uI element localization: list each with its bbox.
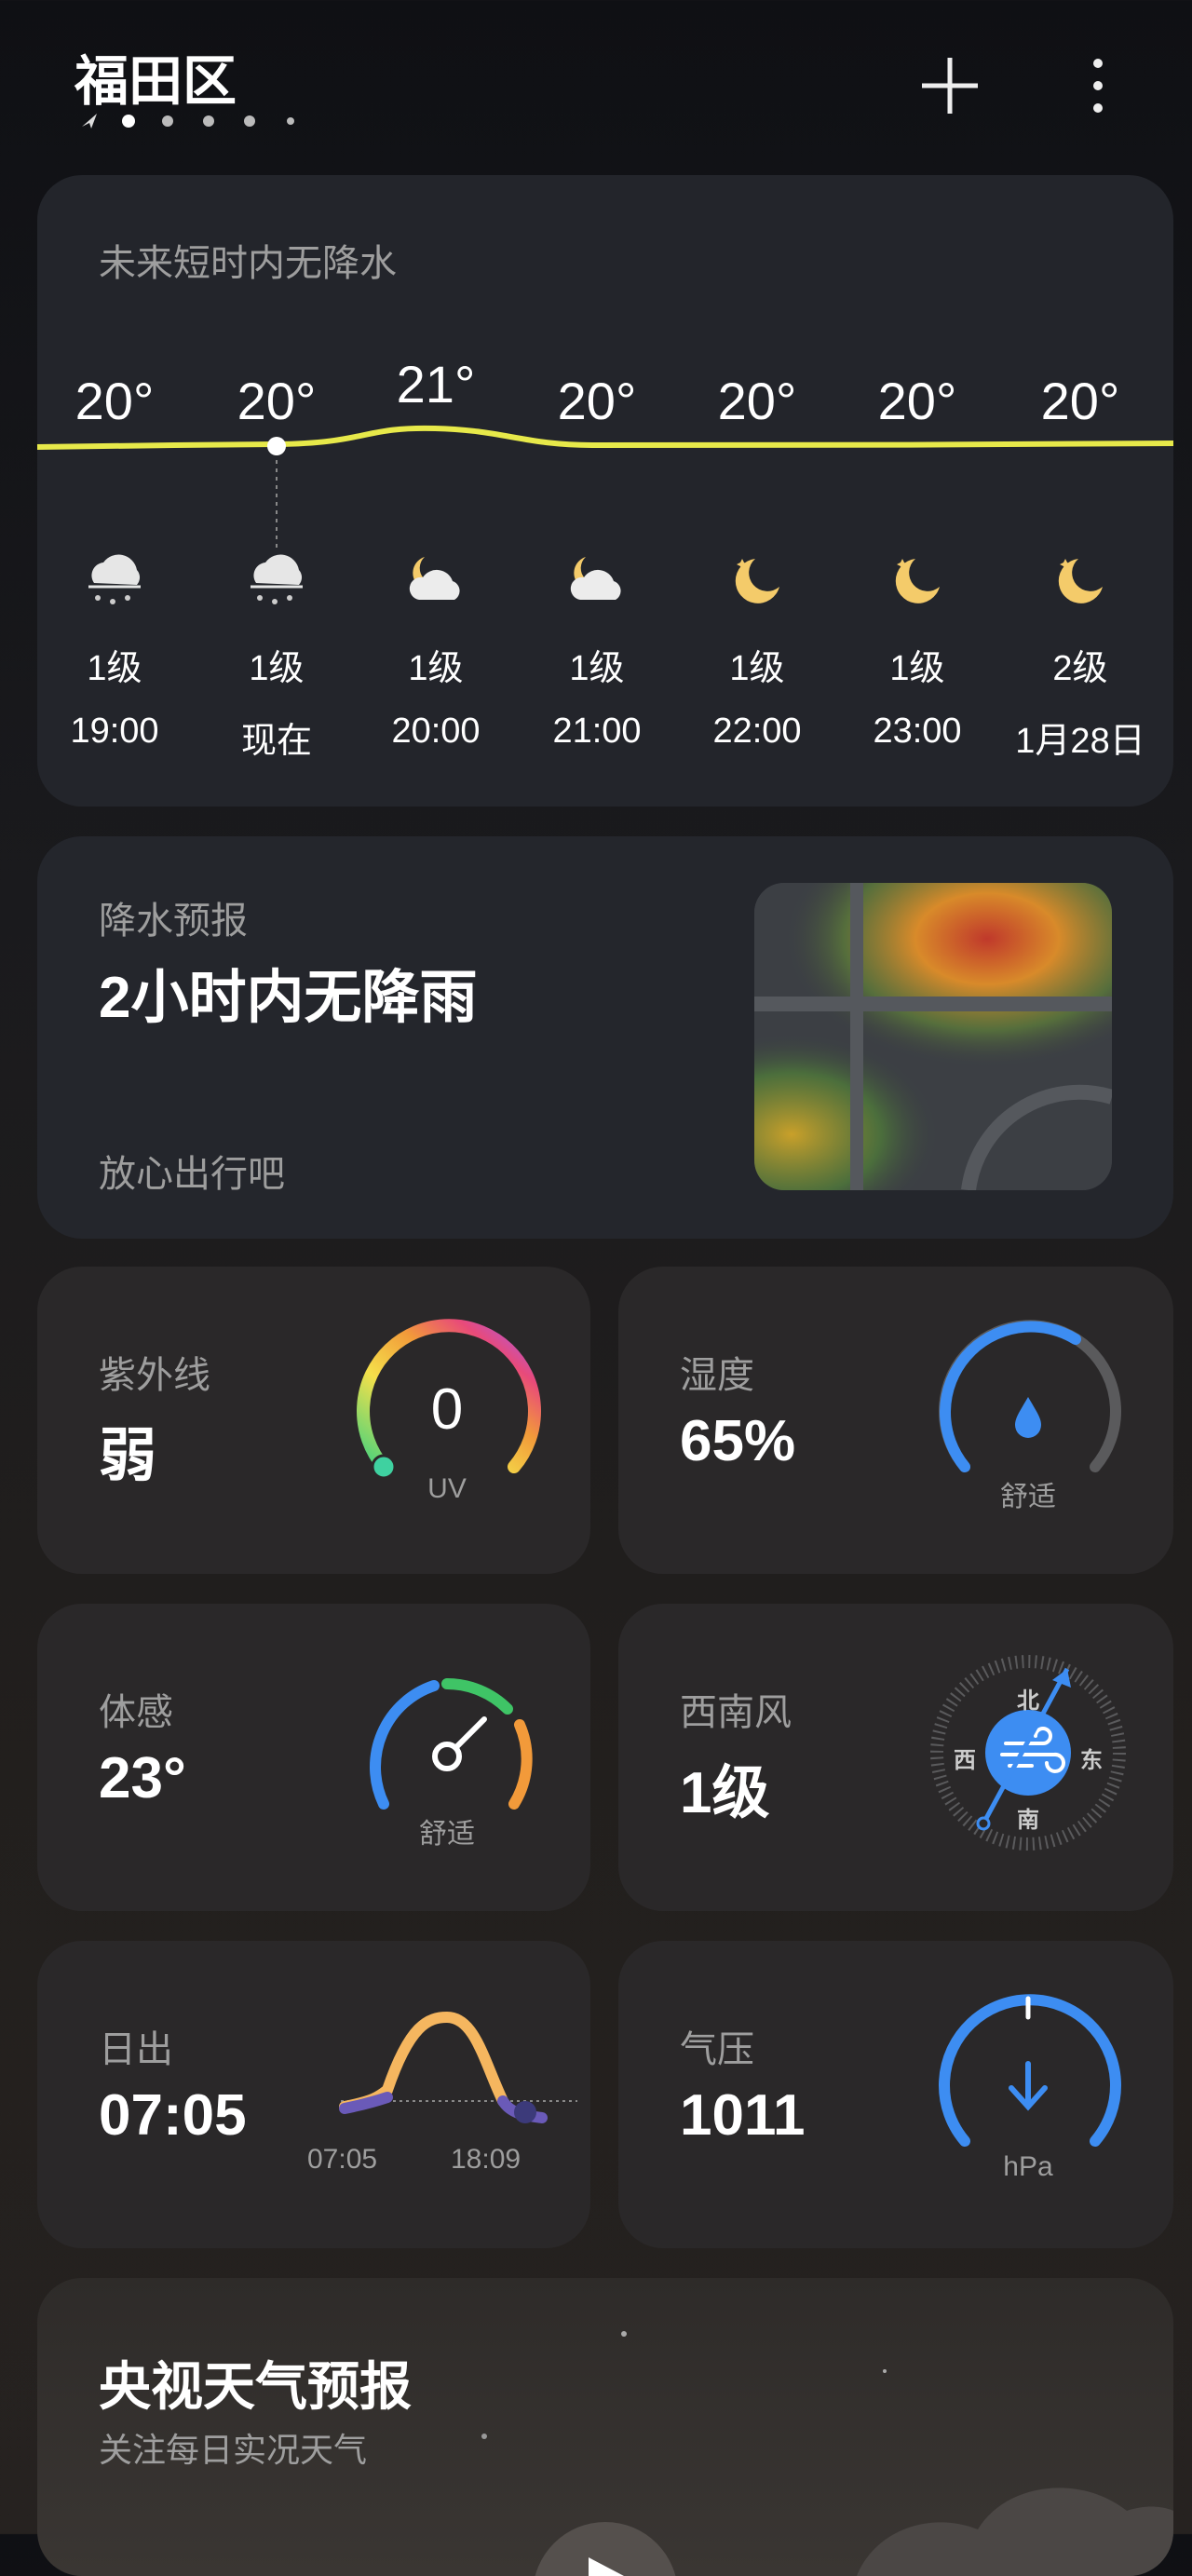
moon-icon <box>884 549 951 609</box>
sunrise-label: 日出 <box>99 2029 173 2070</box>
hour-time: 22:00 <box>712 712 802 751</box>
wind-card[interactable]: 西南风 1级 北 南 西 东 <box>618 1604 1173 1911</box>
feels-status: 舒适 <box>419 1819 475 1850</box>
radar-map[interactable] <box>754 883 1112 1190</box>
uv-unit: UV <box>427 1473 467 1504</box>
hour-temp: 20° <box>717 372 797 430</box>
arrow-down-icon <box>1009 2061 1048 2111</box>
moon-icon <box>1047 549 1114 609</box>
hour-time: 20:00 <box>391 712 481 751</box>
hour-temp: 21° <box>396 355 476 414</box>
hour-temp: 20° <box>557 372 637 430</box>
moon-cloud-icon <box>402 549 469 609</box>
uv-index: 0 <box>430 1377 464 1442</box>
pressure-label: 气压 <box>680 2029 754 2070</box>
pressure-value: 1011 <box>680 2083 806 2148</box>
precipitation-card[interactable]: 降水预报 2小时内无降雨 放心出行吧 <box>37 836 1173 1239</box>
compass-east: 东 <box>1080 1748 1103 1773</box>
sunrise-small: 07:05 <box>307 2144 378 2175</box>
rain-icon <box>81 549 148 609</box>
sunrise-time: 07:05 <box>99 2083 247 2148</box>
hour-temp: 20° <box>1040 372 1120 430</box>
humidity-status: 舒适 <box>1000 1482 1056 1512</box>
moon-cloud-icon <box>563 549 630 609</box>
sunrise-card[interactable]: 日出 07:05 07:05 18:09 <box>37 1941 590 2248</box>
uv-gauge-indicator <box>371 1454 397 1480</box>
hour-wind: 1级 <box>249 649 305 688</box>
hour-temp: 20° <box>877 372 957 430</box>
pressure-card[interactable]: 气压 1011 hPa <box>618 1941 1173 2248</box>
sun-position-marker <box>514 2101 536 2123</box>
video-background <box>481 2331 1173 2576</box>
compass-north: 北 <box>1017 1688 1039 1714</box>
uv-card[interactable]: 紫外线 弱 0 UV <box>37 1267 590 1574</box>
precip-note: 放心出行吧 <box>99 1154 285 1195</box>
hour-wind: 1级 <box>87 649 142 688</box>
current-point <box>267 437 286 455</box>
hour-time: 1月28日 <box>1015 722 1145 761</box>
hour-temp: 20° <box>237 372 317 430</box>
hour-wind: 2级 <box>1052 649 1108 688</box>
precip-label: 降水预报 <box>99 901 248 942</box>
rain-icon <box>243 549 310 609</box>
hour-wind: 1级 <box>569 649 625 688</box>
hour-wind: 1级 <box>729 649 785 688</box>
uv-label: 紫外线 <box>99 1355 210 1396</box>
humidity-card[interactable]: 湿度 65% 舒适 <box>618 1267 1173 1574</box>
compass-west: 西 <box>954 1748 976 1773</box>
feels-like-card[interactable]: 体感 23° 舒适 <box>37 1604 590 1911</box>
hour-temp: 20° <box>74 372 155 430</box>
video-forecast-card[interactable]: 央视天气预报 关注每日实况天气 <box>37 2278 1173 2576</box>
hour-wind: 1级 <box>408 649 464 688</box>
uv-value: 弱 <box>99 1424 157 1488</box>
wind-direction-label: 西南风 <box>680 1692 792 1733</box>
feels-value: 23° <box>99 1746 186 1810</box>
humidity-value: 65% <box>680 1409 796 1473</box>
moon-icon <box>724 549 791 609</box>
feels-label: 体感 <box>99 1692 173 1733</box>
humidity-label: 湿度 <box>680 1355 754 1396</box>
wind-level: 1级 <box>680 1761 770 1825</box>
hour-time: 现在 <box>240 722 312 761</box>
pressure-unit: hPa <box>1003 2151 1053 2182</box>
hour-wind: 1级 <box>889 649 945 688</box>
hour-time: 19:00 <box>70 712 159 751</box>
water-drop-icon <box>1015 1397 1041 1438</box>
precip-value: 2小时内无降雨 <box>99 966 478 1030</box>
hour-time: 23:00 <box>873 712 962 751</box>
sunset-small: 18:09 <box>451 2144 522 2175</box>
compass-south: 南 <box>1017 1808 1039 1833</box>
hour-time: 21:00 <box>552 712 642 751</box>
